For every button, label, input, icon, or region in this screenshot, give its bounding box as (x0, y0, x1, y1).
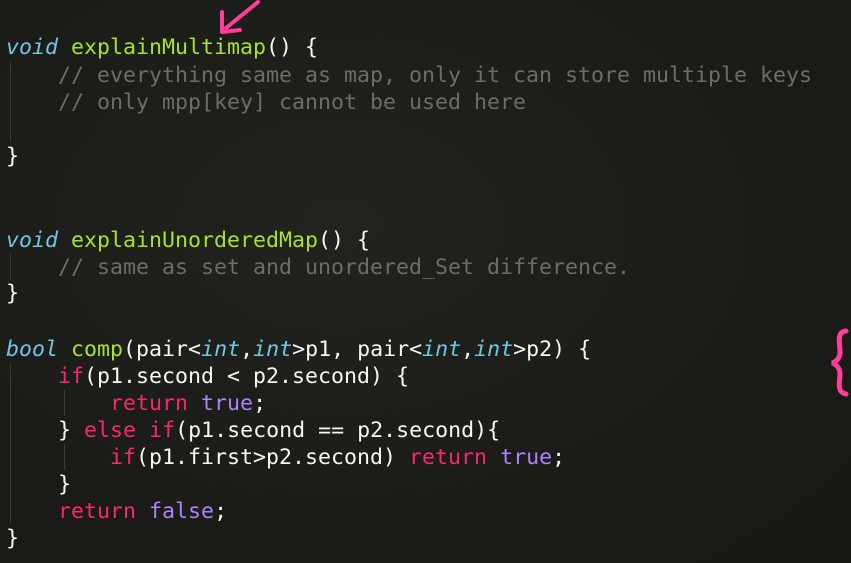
code-line: bool comp(pair<int,int>p1, pair<int,int>… (6, 336, 591, 363)
comment-line: // same as set and unordered_Set differe… (6, 255, 631, 280)
code-line: return false; (6, 498, 227, 525)
comment-line: // everything same as map, only it can s… (6, 63, 813, 88)
code-text: , (461, 337, 475, 362)
code-text: ; (253, 391, 267, 416)
code-line: } (6, 472, 72, 497)
code-text: ; (552, 445, 566, 470)
type-keyword: int (201, 337, 241, 362)
code-text: } (58, 418, 85, 443)
code-line: if(p1.second < p2.second) { (6, 363, 409, 390)
constant: false (149, 499, 215, 524)
code-line: return true; (6, 390, 266, 417)
control-keyword: return (58, 499, 137, 524)
type-keyword: int (422, 337, 462, 362)
control-keyword: if (110, 445, 137, 470)
pen-arrow-icon (220, 0, 260, 34)
code-text: (pair< (123, 337, 202, 362)
control-keyword: if (58, 364, 85, 389)
code-text: >p1, pair< (292, 337, 423, 362)
control-keyword: return (409, 445, 488, 470)
code-text: , (240, 337, 254, 362)
type-keyword: int (253, 337, 293, 362)
code-line: if(p1.first>p2.second) return true; (6, 444, 565, 471)
function-name: explainUnorderedMap (71, 228, 319, 253)
control-keyword: else (84, 418, 137, 443)
type-keyword: void (6, 228, 59, 253)
code-text: (p1.second < p2.second) { (84, 364, 410, 389)
code-editor[interactable]: void explainMultimap() { // everything s… (0, 0, 851, 563)
code-line: } else if(p1.second == p2.second){ (6, 417, 500, 444)
code-text: () { (266, 35, 319, 60)
comment-line: // only mpp[key] cannot be used here (6, 90, 527, 115)
code-text: () { (318, 228, 371, 253)
function-name: explainMultimap (71, 35, 267, 60)
type-keyword: bool (6, 337, 59, 362)
code-line: } (6, 526, 20, 551)
curly-brace-annotation-icon (831, 328, 849, 397)
code-line: void explainMultimap() { (6, 34, 318, 61)
type-keyword: void (6, 35, 59, 60)
code-line: } (6, 144, 20, 169)
constant: true (201, 391, 254, 416)
function-name: comp (71, 337, 124, 362)
constant: true (500, 445, 553, 470)
code-text: ; (214, 499, 228, 524)
code-text: (p1.second == p2.second){ (175, 418, 501, 443)
control-keyword: return (110, 391, 189, 416)
control-keyword: if (149, 418, 176, 443)
type-keyword: int (474, 337, 514, 362)
code-line: } (6, 281, 20, 306)
code-line: void explainUnorderedMap() { (6, 227, 370, 254)
code-text: >p2) { (513, 337, 592, 362)
code-text: (p1.first>p2.second) (136, 445, 410, 470)
